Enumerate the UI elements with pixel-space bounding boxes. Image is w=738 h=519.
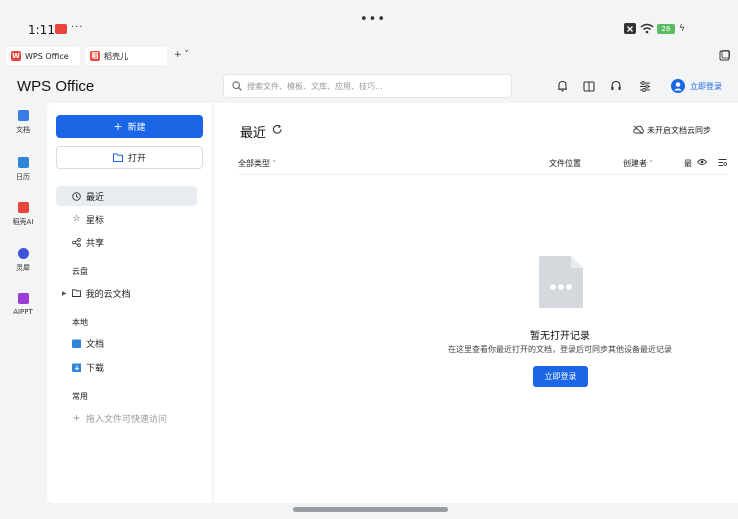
- rail-item-lingxi[interactable]: 灵犀: [8, 248, 38, 273]
- rail-label: 文档: [16, 126, 30, 134]
- chevron-down-icon: ˅: [272, 160, 277, 168]
- avatar[interactable]: [671, 79, 685, 93]
- nav-label: 星标: [86, 215, 105, 226]
- clock-icon: [72, 191, 81, 201]
- lingxi-icon: [17, 248, 29, 259]
- book-icon[interactable]: [582, 79, 596, 93]
- home-indicator[interactable]: [293, 507, 448, 512]
- new-tab-button[interactable]: + ˅: [174, 50, 189, 60]
- sidebar-item-downloads[interactable]: 下载: [56, 357, 197, 377]
- new-label: 新建: [127, 123, 146, 133]
- nav-label: 下载: [86, 363, 105, 374]
- calendar-icon: [17, 157, 29, 168]
- common-section-heading: 常用: [72, 392, 88, 401]
- expand-arrow-icon: ▶: [62, 289, 67, 297]
- nav-label: 文档: [86, 339, 105, 350]
- cloud-section-heading: 云盘: [72, 267, 88, 276]
- rail-item-ai[interactable]: 稻壳AI: [8, 202, 38, 227]
- login-link[interactable]: 立即登录: [690, 81, 722, 92]
- window-icon[interactable]: [719, 50, 730, 64]
- empty-document-icon: [539, 256, 583, 308]
- type-filter-label: 全部类型: [238, 159, 270, 168]
- rail-label: AIPPT: [13, 308, 33, 316]
- wps-logo-icon: W: [11, 51, 21, 61]
- rail-label: 日历: [16, 173, 30, 181]
- rail-item-aippt[interactable]: AIPPT: [8, 293, 38, 316]
- creator-filter-label: 创建者: [623, 159, 647, 168]
- empty-state-description: 在这里查看你最近打开的文档，登录后可同步其他设备最近记录: [448, 345, 672, 354]
- sidebar-item-local-docs[interactable]: 文档: [56, 333, 197, 353]
- app-title: WPS Office: [17, 78, 95, 95]
- refresh-icon[interactable]: [272, 124, 283, 138]
- local-section-heading: 本地: [72, 318, 88, 327]
- settings-sliders-icon[interactable]: [638, 79, 652, 93]
- close-status-icon: [624, 23, 636, 37]
- open-button[interactable]: 打开: [56, 146, 203, 169]
- nav-label: 最近: [86, 192, 105, 203]
- document-icon: [17, 110, 29, 121]
- status-time: 1:11: [28, 23, 55, 37]
- aippt-icon: [17, 293, 29, 304]
- main-panel: [214, 103, 738, 503]
- tab-label: WPS Office: [25, 51, 69, 61]
- rail-label: 稻壳AI: [12, 218, 34, 226]
- star-icon: ☆: [72, 214, 81, 224]
- header-divider: [238, 174, 728, 175]
- multitask-dots[interactable]: •••: [360, 12, 386, 27]
- nav-label: 共享: [86, 238, 105, 249]
- rail-item-calendar[interactable]: 日历: [8, 157, 38, 182]
- search-input[interactable]: 搜索文件、模板、文库、应用、技巧...: [223, 74, 512, 98]
- folder-open-icon: [112, 153, 123, 162]
- time-column: 最: [684, 159, 692, 168]
- headset-icon[interactable]: [609, 79, 623, 93]
- ai-icon: [17, 202, 29, 213]
- page-title: 最近: [240, 126, 267, 141]
- rail-item-docs[interactable]: 文档: [8, 110, 38, 135]
- sidebar-item-recent[interactable]: 最近: [56, 186, 197, 206]
- screen-record-icon: [55, 24, 67, 34]
- sidebar-item-my-cloud[interactable]: ▶ 我的云文档: [56, 283, 197, 303]
- sync-status[interactable]: 未开启文档云同步: [647, 125, 711, 136]
- folder-icon: [71, 289, 81, 298]
- bell-icon[interactable]: [555, 79, 569, 93]
- hint-label: 拖入文件可快速访问: [86, 414, 168, 425]
- empty-state-title: 暂无打开记录: [530, 331, 590, 342]
- eye-icon[interactable]: [696, 158, 708, 169]
- tab-label: 稻壳儿: [104, 51, 128, 61]
- rail-label: 灵犀: [16, 264, 30, 272]
- search-icon: [232, 81, 242, 91]
- download-icon: [72, 363, 81, 372]
- search-placeholder: 搜索文件、模板、文库、应用、技巧...: [247, 81, 383, 91]
- docer-logo-icon: 稻: [90, 51, 100, 61]
- chevron-down-icon: ˅: [649, 160, 654, 168]
- plus-icon: +: [113, 120, 123, 133]
- share-icon: [72, 237, 81, 247]
- creator-filter[interactable]: 创建者 ˅: [623, 158, 653, 169]
- cloud-sync-off-icon: [633, 125, 644, 137]
- list-settings-icon[interactable]: [718, 158, 727, 170]
- charging-icon: ϟ: [679, 24, 685, 34]
- nav-label: 我的云文档: [85, 289, 131, 300]
- tab-wps-office[interactable]: W WPS Office: [6, 47, 80, 65]
- type-filter[interactable]: 全部类型 ˅: [238, 158, 276, 169]
- login-button[interactable]: 立即登录: [533, 366, 588, 387]
- open-label: 打开: [127, 154, 146, 164]
- battery-icon: 26: [657, 24, 675, 34]
- plus-icon: +: [72, 412, 81, 424]
- sidebar-item-shared[interactable]: 共享: [56, 232, 197, 252]
- status-dots: ···: [71, 22, 84, 33]
- location-column: 文件位置: [549, 159, 581, 168]
- folder-doc-icon: [72, 339, 81, 348]
- tab-docer[interactable]: 稻 稻壳儿: [85, 47, 167, 65]
- wifi-icon: [640, 23, 654, 37]
- new-button[interactable]: + 新建: [56, 115, 203, 138]
- sidebar-item-starred[interactable]: ☆ 星标: [56, 209, 197, 229]
- drop-zone-hint: + 拖入文件可快速访问: [56, 408, 197, 428]
